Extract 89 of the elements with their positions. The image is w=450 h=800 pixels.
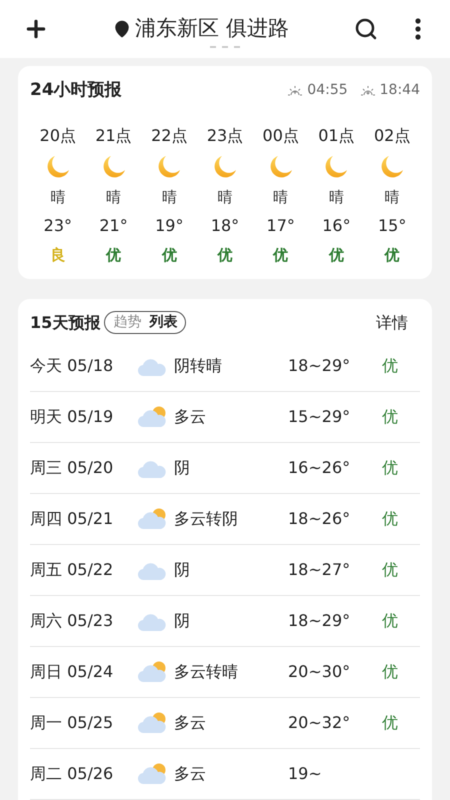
- weather-label: 晴: [162, 186, 177, 208]
- weather-label: 阴转晴: [174, 354, 223, 376]
- sunrise-icon: [287, 84, 304, 97]
- date-label: 周五 05/22: [30, 558, 114, 580]
- temperature-range: 18~26°: [288, 508, 352, 530]
- air-quality: 优: [382, 354, 398, 376]
- partly-cloudy-icon: [138, 404, 168, 428]
- hour-label: 00点: [262, 124, 299, 146]
- weather-label: 阴: [174, 558, 191, 580]
- moon-icon: [44, 154, 71, 180]
- weather-label: 多云: [174, 406, 207, 428]
- weather-label: 多云: [174, 712, 207, 734]
- weather-label: 晴: [50, 186, 66, 208]
- air-quality: 优: [273, 245, 288, 266]
- moon-icon: [156, 154, 182, 180]
- weather-label: 晴: [217, 186, 232, 208]
- view-tab[interactable]: 趋势: [113, 312, 142, 333]
- temperature: 21°: [99, 215, 128, 237]
- moon-icon: [379, 154, 406, 180]
- partly-cloudy-icon: [138, 660, 168, 684]
- date-label: 周三 05/20: [30, 456, 114, 478]
- temperature-range: 16~26°: [288, 456, 352, 478]
- partly-cloudy-icon: [138, 710, 168, 734]
- temperature: 17°: [266, 215, 295, 237]
- view-tab[interactable]: 列表: [149, 312, 178, 333]
- moon-icon: [323, 154, 350, 180]
- air-quality: 优: [382, 456, 398, 478]
- card-title: 24小时预报: [30, 79, 122, 102]
- temperature: 23°: [44, 215, 72, 237]
- temperature: 19°: [155, 215, 184, 237]
- search-icon: [354, 17, 378, 41]
- weather-label: 晴: [106, 186, 122, 208]
- date-label: 周二 05/26: [30, 762, 114, 784]
- temperature-range: 20~30°: [288, 660, 352, 682]
- moon-icon: [268, 154, 294, 180]
- air-quality: 优: [382, 610, 398, 632]
- date-label: 周一 05/25: [30, 712, 114, 734]
- air-quality: 优: [162, 245, 177, 266]
- date-label: 周六 05/23: [30, 610, 114, 632]
- sunset-icon: [360, 84, 376, 97]
- date-label: 今天 05/18: [30, 354, 114, 376]
- date-label: 周四 05/21: [30, 508, 114, 530]
- hour-label: 21点: [95, 124, 132, 146]
- more-icon: [415, 18, 421, 40]
- moon-icon: [212, 154, 238, 180]
- weather-label: 晴: [273, 186, 288, 208]
- weather-label: 阴: [174, 456, 191, 478]
- hour-label: 22点: [151, 124, 188, 146]
- air-quality: 优: [382, 406, 398, 428]
- partly-cloudy-icon: [138, 506, 168, 530]
- air-quality: 优: [328, 245, 344, 266]
- date-label: 周日 05/24: [30, 660, 114, 682]
- weather-label: 阴: [174, 610, 191, 632]
- temperature: 16°: [322, 215, 351, 237]
- temperature-range: 18~29°: [288, 354, 352, 376]
- weather-label: 晴: [384, 186, 400, 208]
- air-quality: 优: [382, 558, 398, 580]
- air-quality: 良: [50, 245, 66, 266]
- temperature: 15°: [378, 215, 406, 237]
- hour-label: 02点: [374, 124, 410, 146]
- temperature-range: 19~: [288, 762, 323, 784]
- temperature-range: 18~27°: [288, 558, 352, 580]
- temperature-range: 18~29°: [288, 610, 352, 632]
- sunset-time: 18:44: [380, 81, 420, 100]
- weather-label: 多云转晴: [174, 660, 239, 682]
- card-title: 15天预报: [30, 312, 100, 334]
- moon-icon: [100, 154, 127, 180]
- temperature-range: 20~32°: [288, 712, 352, 734]
- date-label: 明天 05/19: [30, 406, 114, 428]
- air-quality: 优: [384, 245, 400, 266]
- air-quality: 优: [382, 508, 398, 530]
- location-pin-icon: [113, 20, 132, 38]
- air-quality: 优: [217, 245, 232, 266]
- air-quality: 优: [382, 660, 398, 682]
- temperature-range: 15~29°: [288, 406, 352, 428]
- sunrise-time: 04:55: [307, 81, 348, 100]
- weather-label: 晴: [328, 186, 344, 208]
- hour-label: 01点: [318, 124, 355, 146]
- weather-label: 多云: [174, 762, 207, 784]
- location-title[interactable]: 浦东新区 俱进路: [135, 13, 289, 45]
- details-link[interactable]: 详情: [376, 310, 408, 334]
- weather-label: 多云转阴: [174, 508, 239, 530]
- page-indicator: [210, 46, 240, 48]
- hour-label: 20点: [40, 124, 76, 146]
- partly-cloudy-icon: [138, 762, 168, 786]
- air-quality: 优: [106, 245, 122, 266]
- hour-label: 23点: [206, 124, 244, 146]
- air-quality: 优: [382, 712, 398, 734]
- temperature: 18°: [210, 215, 240, 237]
